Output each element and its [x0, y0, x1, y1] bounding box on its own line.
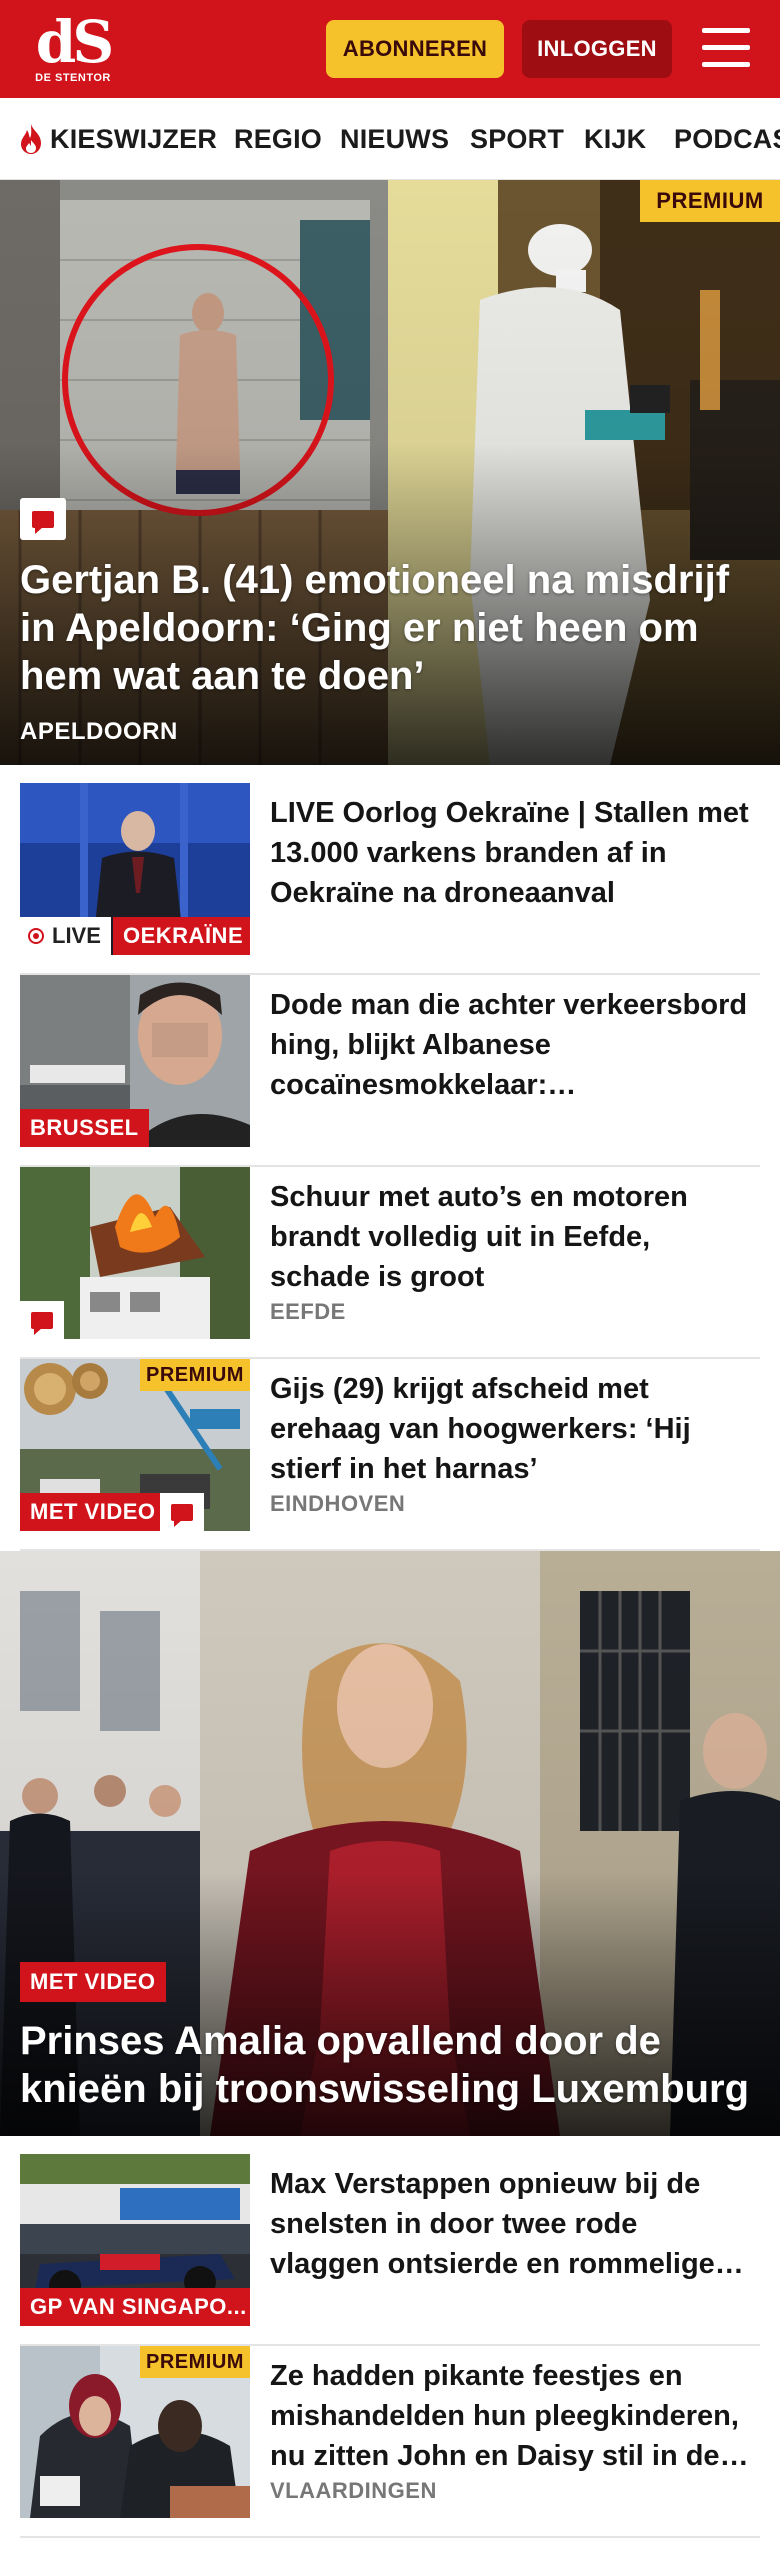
nav-item-label: SPORT	[470, 123, 565, 154]
hero-title[interactable]: Gertjan B. (41) emotioneel na misdrijf i…	[20, 556, 760, 700]
nav-item-kieswijzer[interactable]: KIESWIJZER	[18, 98, 218, 179]
premium-badge: PREMIUM	[140, 2346, 250, 2378]
article-title[interactable]: Dode man die achter verkeers­bord hing, …	[270, 985, 750, 1105]
article-title[interactable]: Max Verstappen opnieuw bij de snelsten i…	[270, 2164, 750, 2284]
article-title[interactable]: Gijs (29) krijgt afscheid met erehaag va…	[270, 1369, 750, 1489]
nav-item-label: KIESWIJZER	[50, 123, 218, 154]
video-badge: MET VIDEO	[20, 1962, 166, 2002]
article-thumbnail: PREMIUM	[20, 2346, 250, 2518]
nav-item-nieuws[interactable]: NIEUWS	[340, 98, 450, 179]
premium-badge: PREMIUM	[640, 180, 780, 222]
category-badge: GP VAN SINGAPO...	[20, 2288, 250, 2326]
nav-item-podcast[interactable]: PODCAS	[674, 98, 780, 179]
article-location: VLAARDINGEN	[270, 2478, 437, 2503]
nav-item-sport[interactable]: SPORT	[470, 98, 565, 179]
comment-icon	[160, 1493, 204, 1531]
comment-icon	[20, 498, 66, 540]
subscribe-button[interactable]: ABONNEREN	[326, 20, 504, 78]
list-item[interactable]: LIVE OEKRAÏNE LIVE Oorlog Oekraïne | Sta…	[20, 783, 760, 975]
logo-mark: dS	[35, 8, 114, 76]
article-thumbnail: PREMIUM MET VIDEO	[20, 1359, 250, 1531]
hero-article-amalia[interactable]: MET VIDEO Prinses Amalia opvallend door …	[0, 1551, 780, 2136]
nav-item-label: REGIO	[234, 123, 323, 154]
menu-icon[interactable]	[700, 24, 752, 72]
nav-item-label: NIEUWS	[340, 123, 450, 154]
premium-badge: PREMIUM	[140, 1359, 250, 1391]
article-location: EEFDE	[270, 1299, 346, 1324]
article-title[interactable]: Schuur met auto’s en motoren brandt voll…	[270, 1177, 750, 1297]
article-thumbnail	[20, 1167, 250, 1339]
category-badge: BRUSSEL	[20, 1109, 149, 1147]
article-title[interactable]: LIVE Oorlog Oekraïne | Stallen met 13.00…	[270, 793, 750, 913]
hero-location: APELDOORN	[20, 718, 178, 745]
main-nav: KIESWIJZER REGIO NIEUWS SPORT KIJK PODCA…	[0, 98, 780, 180]
live-badge: LIVE	[20, 917, 111, 955]
login-button[interactable]: INLOGGEN	[522, 20, 672, 78]
list-item[interactable]: PREMIUM MET VIDEO Gijs (29) krijgt afsch…	[20, 1359, 760, 1551]
article-thumbnail: LIVE OEKRAÏNE	[20, 783, 250, 955]
article-title[interactable]: Ze hadden pikante feestjes en mishandeld…	[270, 2356, 750, 2476]
hero-title[interactable]: Prinses Amalia opvallend door de knieën …	[20, 2017, 760, 2113]
nav-item-label: PODCAS	[674, 123, 780, 154]
nav-item-kijk[interactable]: KIJK	[584, 98, 647, 179]
category-badge: OEKRAÏNE	[113, 917, 250, 955]
list-item[interactable]: PREMIUM Ze hadden pikante feestjes en mi…	[20, 2346, 760, 2538]
top-bar: dS DE STENTOR ABONNEREN INLOGGEN	[0, 0, 780, 98]
nav-item-regio[interactable]: REGIO	[234, 98, 323, 179]
article-thumbnail: BRUSSEL	[20, 975, 250, 1147]
live-label: LIVE	[52, 923, 101, 948]
list-item[interactable]: BRUSSEL Dode man die achter verkeers­bor…	[20, 975, 760, 1167]
list-item[interactable]: Schuur met auto’s en motoren brandt voll…	[20, 1167, 760, 1359]
article-thumbnail: GP VAN SINGAPO...	[20, 2154, 250, 2326]
logo-name: DE STENTOR	[35, 72, 111, 84]
video-badge: MET VIDEO	[20, 1493, 166, 1531]
comment-icon	[20, 1301, 64, 1339]
flame-icon	[21, 124, 41, 154]
live-dot-icon	[28, 928, 44, 944]
hero-article-apeldoorn[interactable]: PREMIUM Gertjan B. (41) emotioneel na mi…	[0, 180, 780, 765]
nav-item-label: KIJK	[584, 123, 647, 154]
list-item[interactable]: GP VAN SINGAPO... Max Verstappen opnieuw…	[20, 2154, 760, 2346]
site-logo[interactable]: dS DE STENTOR	[28, 8, 118, 86]
article-location: EINDHOVEN	[270, 1491, 406, 1516]
